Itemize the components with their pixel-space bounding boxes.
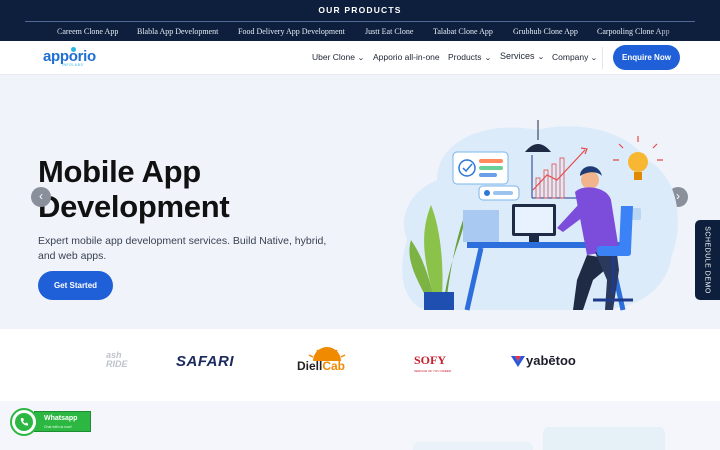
carousel-fade-right	[655, 23, 695, 41]
product-link-grubhub[interactable]: Grubhub Clone App	[513, 27, 578, 36]
nav-company-label: Company	[552, 52, 589, 62]
sofy-logo: SOFY	[414, 353, 447, 367]
logo-dot-icon	[71, 47, 76, 52]
diellcab-logo: DiellCab	[297, 359, 345, 373]
products-carousel: Careem Clone App Blabla App Development …	[25, 27, 695, 39]
nav-services[interactable]: Services ⌄	[500, 51, 545, 61]
nav-company[interactable]: Company ⌄	[552, 52, 599, 62]
get-started-button[interactable]: Get Started	[38, 271, 113, 300]
nav-products[interactable]: Products ⌄	[448, 52, 492, 62]
hero-title: Mobile App Development	[38, 154, 230, 224]
nav-uber-clone[interactable]: Uber Clone ⌄	[312, 52, 365, 62]
divider	[25, 21, 695, 22]
carousel-prev-arrow-icon[interactable]: ‹	[31, 187, 51, 207]
product-link-talabat[interactable]: Talabat Clone App	[433, 27, 493, 36]
partners-strip: ash RIDE SAFARI DiellCab SOFY SERVICE OF …	[0, 329, 720, 401]
yabetoo-mark-icon	[511, 356, 525, 367]
site-header: apporio INFOLABS Uber Clone ⌄ Apporio all…	[0, 41, 720, 75]
cash-ride-logo-bottom: RIDE	[106, 359, 128, 369]
nav-apporio-all-in-one-label: Apporio all-in-one	[373, 52, 440, 62]
sofy-tagline: SERVICE OF YOU ORDER	[414, 369, 452, 373]
developer-illustration	[402, 120, 679, 311]
product-link-blabla[interactable]: Blabla App Development	[137, 27, 218, 36]
logo-subtext: INFOLABS	[62, 63, 84, 67]
feature-card	[543, 427, 665, 450]
chevron-down-icon: ⌄	[536, 54, 545, 61]
whatsapp-icon[interactable]	[10, 408, 38, 436]
hero-subtitle: Expert mobile app development services. …	[38, 235, 327, 262]
whatsapp-title: Whatsapp	[44, 415, 78, 422]
yabetoo-logo: yabētoo	[526, 353, 576, 368]
safari-logo: SAFARI	[176, 353, 235, 370]
carousel-fade-left	[25, 23, 65, 41]
whatsapp-subtitle: Chat with us now!	[44, 425, 72, 429]
nav-uber-clone-label: Uber Clone	[312, 52, 355, 62]
cash-ride-logo: ash RIDE	[106, 351, 128, 369]
diellcab-cab-text: Cab	[322, 359, 346, 373]
nav-services-label: Services	[500, 51, 535, 61]
schedule-demo-tab[interactable]: SCHEDULE DEMO	[695, 220, 720, 300]
chevron-down-icon: ⌄	[357, 55, 365, 62]
products-title: OUR PRODUCTS	[318, 5, 402, 15]
chevron-down-icon: ⌄	[483, 55, 492, 62]
product-link-food-delivery[interactable]: Food Delivery App Development	[238, 27, 345, 36]
nav-products-label: Products	[448, 52, 482, 62]
phone-icon	[20, 418, 28, 426]
feature-card	[413, 442, 533, 450]
nav-divider	[602, 47, 603, 69]
enquire-now-button[interactable]: Enquire Now	[613, 45, 680, 70]
chevron-down-icon: ⌄	[590, 55, 599, 62]
nav-apporio-all-in-one[interactable]: Apporio all-in-one	[373, 52, 440, 62]
diellcab-diell-text: Diell	[297, 359, 323, 373]
product-link-justt-eat[interactable]: Justt Eat Clone	[365, 27, 413, 36]
whatsapp-chat-box[interactable]: Whatsapp Chat with us now!	[34, 411, 91, 432]
product-link-careem[interactable]: Careem Clone App	[57, 27, 118, 36]
schedule-demo-label: SCHEDULE DEMO	[703, 226, 711, 294]
